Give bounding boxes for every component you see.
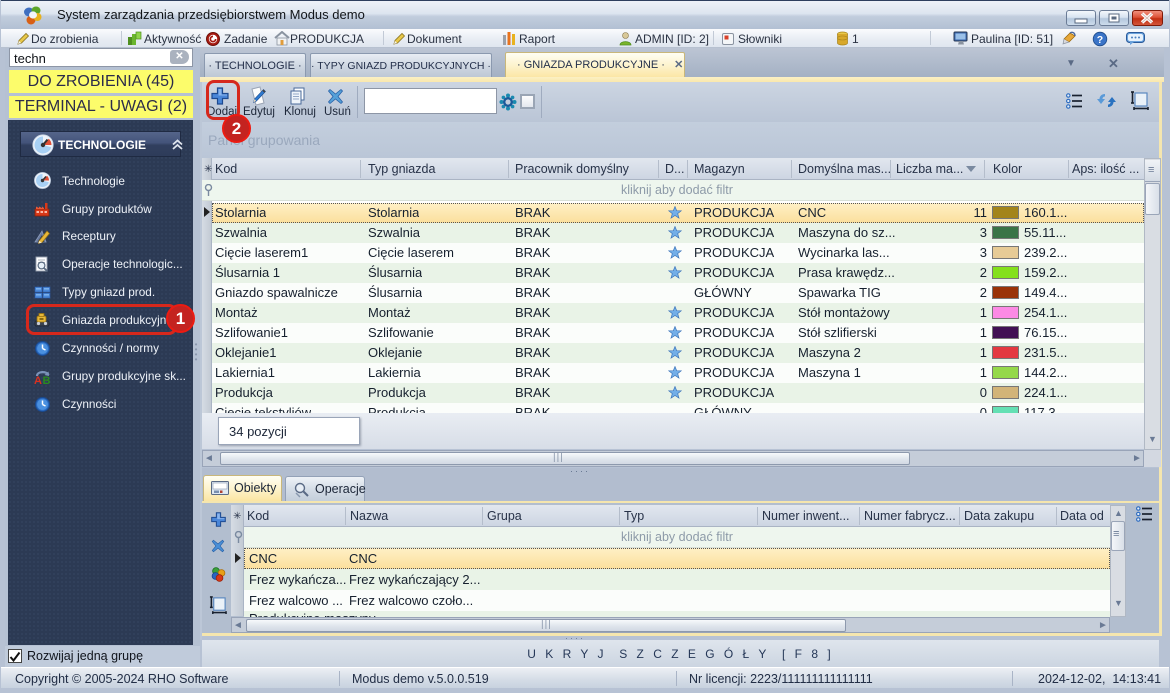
svg-text:?: ?: [1097, 34, 1103, 46]
svg-text:B: B: [43, 375, 51, 385]
svg-text:A: A: [34, 375, 42, 385]
